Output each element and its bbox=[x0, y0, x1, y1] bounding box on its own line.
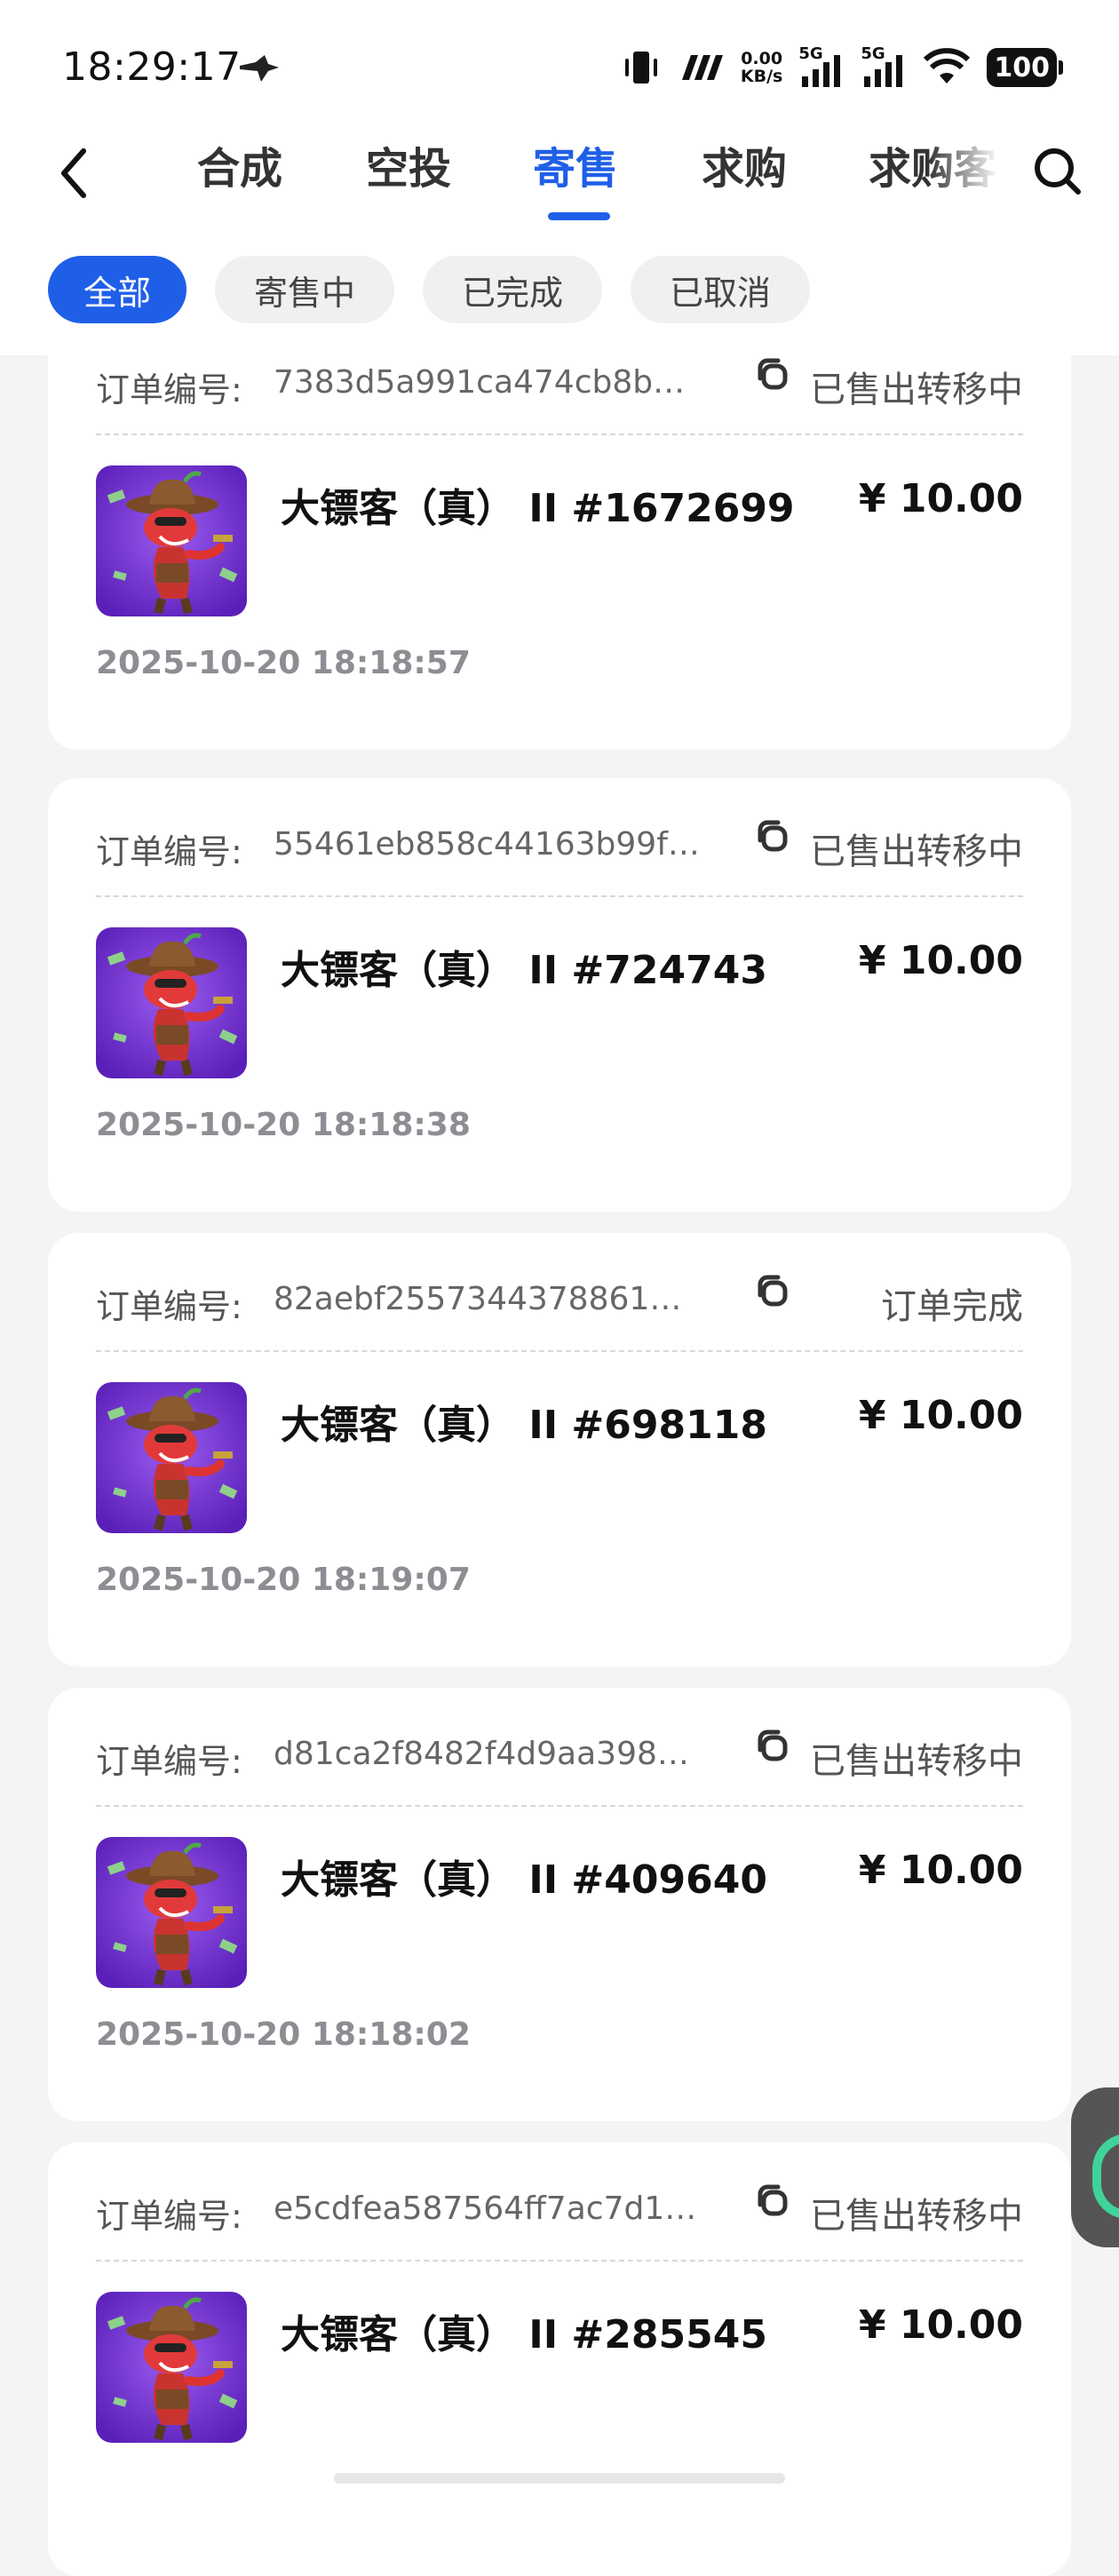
order-date: 2025-10-20 18:19:07 bbox=[96, 1562, 471, 1598]
order-number: 55461eb858c44163b99fb... bbox=[274, 826, 700, 863]
order-number-label: 订单编号: bbox=[96, 1742, 242, 1781]
order-date: 2025-10-20 18:18:57 bbox=[96, 645, 471, 681]
order-number-label: 订单编号: bbox=[96, 370, 242, 409]
order-number-label: 订单编号: bbox=[96, 832, 242, 871]
order-status: 订单完成 bbox=[881, 1286, 1023, 1327]
order-card[interactable]: 订单编号: d81ca2f8482f4d9aa39821... 已售出转移中 大… bbox=[48, 1688, 1071, 2121]
order-date: 2025-10-20 18:18:38 bbox=[96, 1107, 471, 1143]
item-name: 大镖客（真） II #698118 bbox=[281, 1403, 767, 1448]
nft-thumbnail[interactable] bbox=[96, 927, 247, 1078]
item-price: ¥ 10.00 bbox=[858, 1393, 1023, 1438]
copy-icon[interactable] bbox=[753, 1272, 792, 1311]
item-price: ¥ 10.00 bbox=[858, 938, 1023, 983]
signal-sim1: 5G bbox=[798, 46, 845, 89]
dashed-divider bbox=[96, 433, 1023, 435]
nft-thumbnail[interactable] bbox=[96, 2292, 247, 2443]
dashed-divider bbox=[96, 1350, 1023, 1352]
status-filters: 全部 寄售中 已完成 已取消 bbox=[48, 256, 811, 323]
order-date: 2025-10-20 18:18:02 bbox=[96, 2016, 471, 2053]
copy-icon[interactable] bbox=[753, 1727, 792, 1766]
top-nav: 合成 空投 寄售 求购 求购客 bbox=[0, 124, 1119, 231]
order-card[interactable]: 订单编号: 55461eb858c44163b99fb... 已售出转移中 大镖… bbox=[48, 778, 1071, 1212]
tab-consignment[interactable]: 寄售 bbox=[533, 133, 618, 195]
wifi-icon bbox=[924, 48, 971, 83]
order-header: 订单编号: e5cdfea587564ff7ac7d16... 已售出转移中 bbox=[96, 2182, 1023, 2244]
active-tab-indicator bbox=[548, 212, 610, 220]
order-card[interactable]: 订单编号: 7383d5a991ca474cb8b53... 已售出转移中 大镖… bbox=[48, 316, 1071, 750]
item-name: 大镖客（真） II #1672699 bbox=[281, 486, 795, 531]
filter-completed[interactable]: 已完成 bbox=[423, 256, 603, 323]
copy-icon[interactable] bbox=[753, 2182, 792, 2221]
order-status: 已售出转移中 bbox=[810, 370, 1023, 410]
nft-thumbnail-art bbox=[96, 927, 247, 1078]
filter-cancelled[interactable]: 已取消 bbox=[631, 256, 811, 323]
order-number: 7383d5a991ca474cb8b53... bbox=[274, 364, 700, 401]
copy-icon[interactable] bbox=[753, 817, 792, 856]
dashed-divider bbox=[96, 895, 1023, 897]
order-header: 订单编号: 7383d5a991ca474cb8b53... 已售出转移中 bbox=[96, 355, 1023, 417]
dashed-divider bbox=[96, 2260, 1023, 2262]
item-name: 大镖客（真） II #285545 bbox=[281, 2312, 767, 2357]
signal-bars-icon bbox=[864, 55, 903, 87]
order-header: 订单编号: d81ca2f8482f4d9aa39821... 已售出转移中 bbox=[96, 1727, 1023, 1789]
nft-thumbnail-art bbox=[96, 465, 247, 616]
status-icons: 0.00 KB/s 5G 5G 100 bbox=[622, 43, 1063, 92]
nft-thumbnail[interactable] bbox=[96, 465, 247, 616]
signal-sim2: 5G bbox=[861, 46, 907, 89]
item-name: 大镖客（真） II #409640 bbox=[281, 1857, 767, 1903]
order-header: 订单编号: 82aebf2557344378861be... 订单完成 bbox=[96, 1272, 1023, 1334]
order-number-label: 订单编号: bbox=[96, 2197, 242, 2236]
order-number: 82aebf2557344378861be... bbox=[274, 1281, 700, 1317]
order-status: 已售出转移中 bbox=[810, 831, 1023, 872]
floating-service-button[interactable] bbox=[1071, 2087, 1119, 2247]
nft-thumbnail-art bbox=[96, 2292, 247, 2443]
tab-bar: 合成 空投 寄售 求购 求购客 bbox=[182, 124, 999, 231]
signal-bars-icon bbox=[802, 55, 841, 87]
item-name: 大镖客（真） II #724743 bbox=[281, 948, 767, 993]
order-header: 订单编号: 55461eb858c44163b99fb... 已售出转移中 bbox=[96, 817, 1023, 879]
status-time: 18:29:17 bbox=[62, 44, 242, 90]
order-card[interactable]: 订单编号: 82aebf2557344378861be... 订单完成 大镖客（… bbox=[48, 1233, 1071, 1666]
nft-thumbnail[interactable] bbox=[96, 1837, 247, 1988]
tab-wanted[interactable]: 求购 bbox=[702, 133, 787, 195]
carrier-logo-icon bbox=[681, 55, 723, 80]
tab-synthesis[interactable]: 合成 bbox=[197, 133, 282, 195]
search-icon[interactable] bbox=[1030, 144, 1083, 197]
order-number: e5cdfea587564ff7ac7d16... bbox=[274, 2190, 700, 2227]
nft-thumbnail-art bbox=[96, 1382, 247, 1533]
tabs-fade bbox=[928, 124, 999, 231]
copy-icon[interactable] bbox=[753, 355, 792, 394]
header: 18:29:17 0.00 KB/s 5G 5G 100 合成 空投 寄售 求购… bbox=[0, 0, 1119, 355]
item-price: ¥ 10.00 bbox=[858, 476, 1023, 521]
home-indicator bbox=[334, 2473, 785, 2484]
filter-all[interactable]: 全部 bbox=[48, 256, 187, 323]
back-arrow-icon[interactable] bbox=[53, 142, 98, 204]
item-price: ¥ 10.00 bbox=[858, 1848, 1023, 1893]
app-notification-icon bbox=[240, 55, 279, 82]
order-number-label: 订单编号: bbox=[96, 1287, 242, 1326]
vibrate-icon bbox=[624, 52, 657, 83]
net-speed-unit: KB/s bbox=[740, 67, 783, 86]
tab-airdrop[interactable]: 空投 bbox=[366, 133, 451, 195]
net-speed: 0.00 KB/s bbox=[741, 50, 782, 85]
filter-on-sale[interactable]: 寄售中 bbox=[215, 256, 395, 323]
status-bar: 18:29:17 0.00 KB/s 5G 5G 100 bbox=[0, 0, 1119, 133]
nft-thumbnail[interactable] bbox=[96, 1382, 247, 1533]
order-number: d81ca2f8482f4d9aa39821... bbox=[274, 1736, 700, 1772]
dashed-divider bbox=[96, 1805, 1023, 1807]
order-card[interactable]: 订单编号: e5cdfea587564ff7ac7d16... 已售出转移中 大… bbox=[48, 2143, 1071, 2576]
net-speed-value: 0.00 bbox=[741, 49, 783, 68]
order-status: 已售出转移中 bbox=[810, 2196, 1023, 2237]
order-status: 已售出转移中 bbox=[810, 1741, 1023, 1782]
battery-indicator: 100 bbox=[987, 48, 1063, 87]
nft-thumbnail-art bbox=[96, 1837, 247, 1988]
item-price: ¥ 10.00 bbox=[858, 2302, 1023, 2348]
